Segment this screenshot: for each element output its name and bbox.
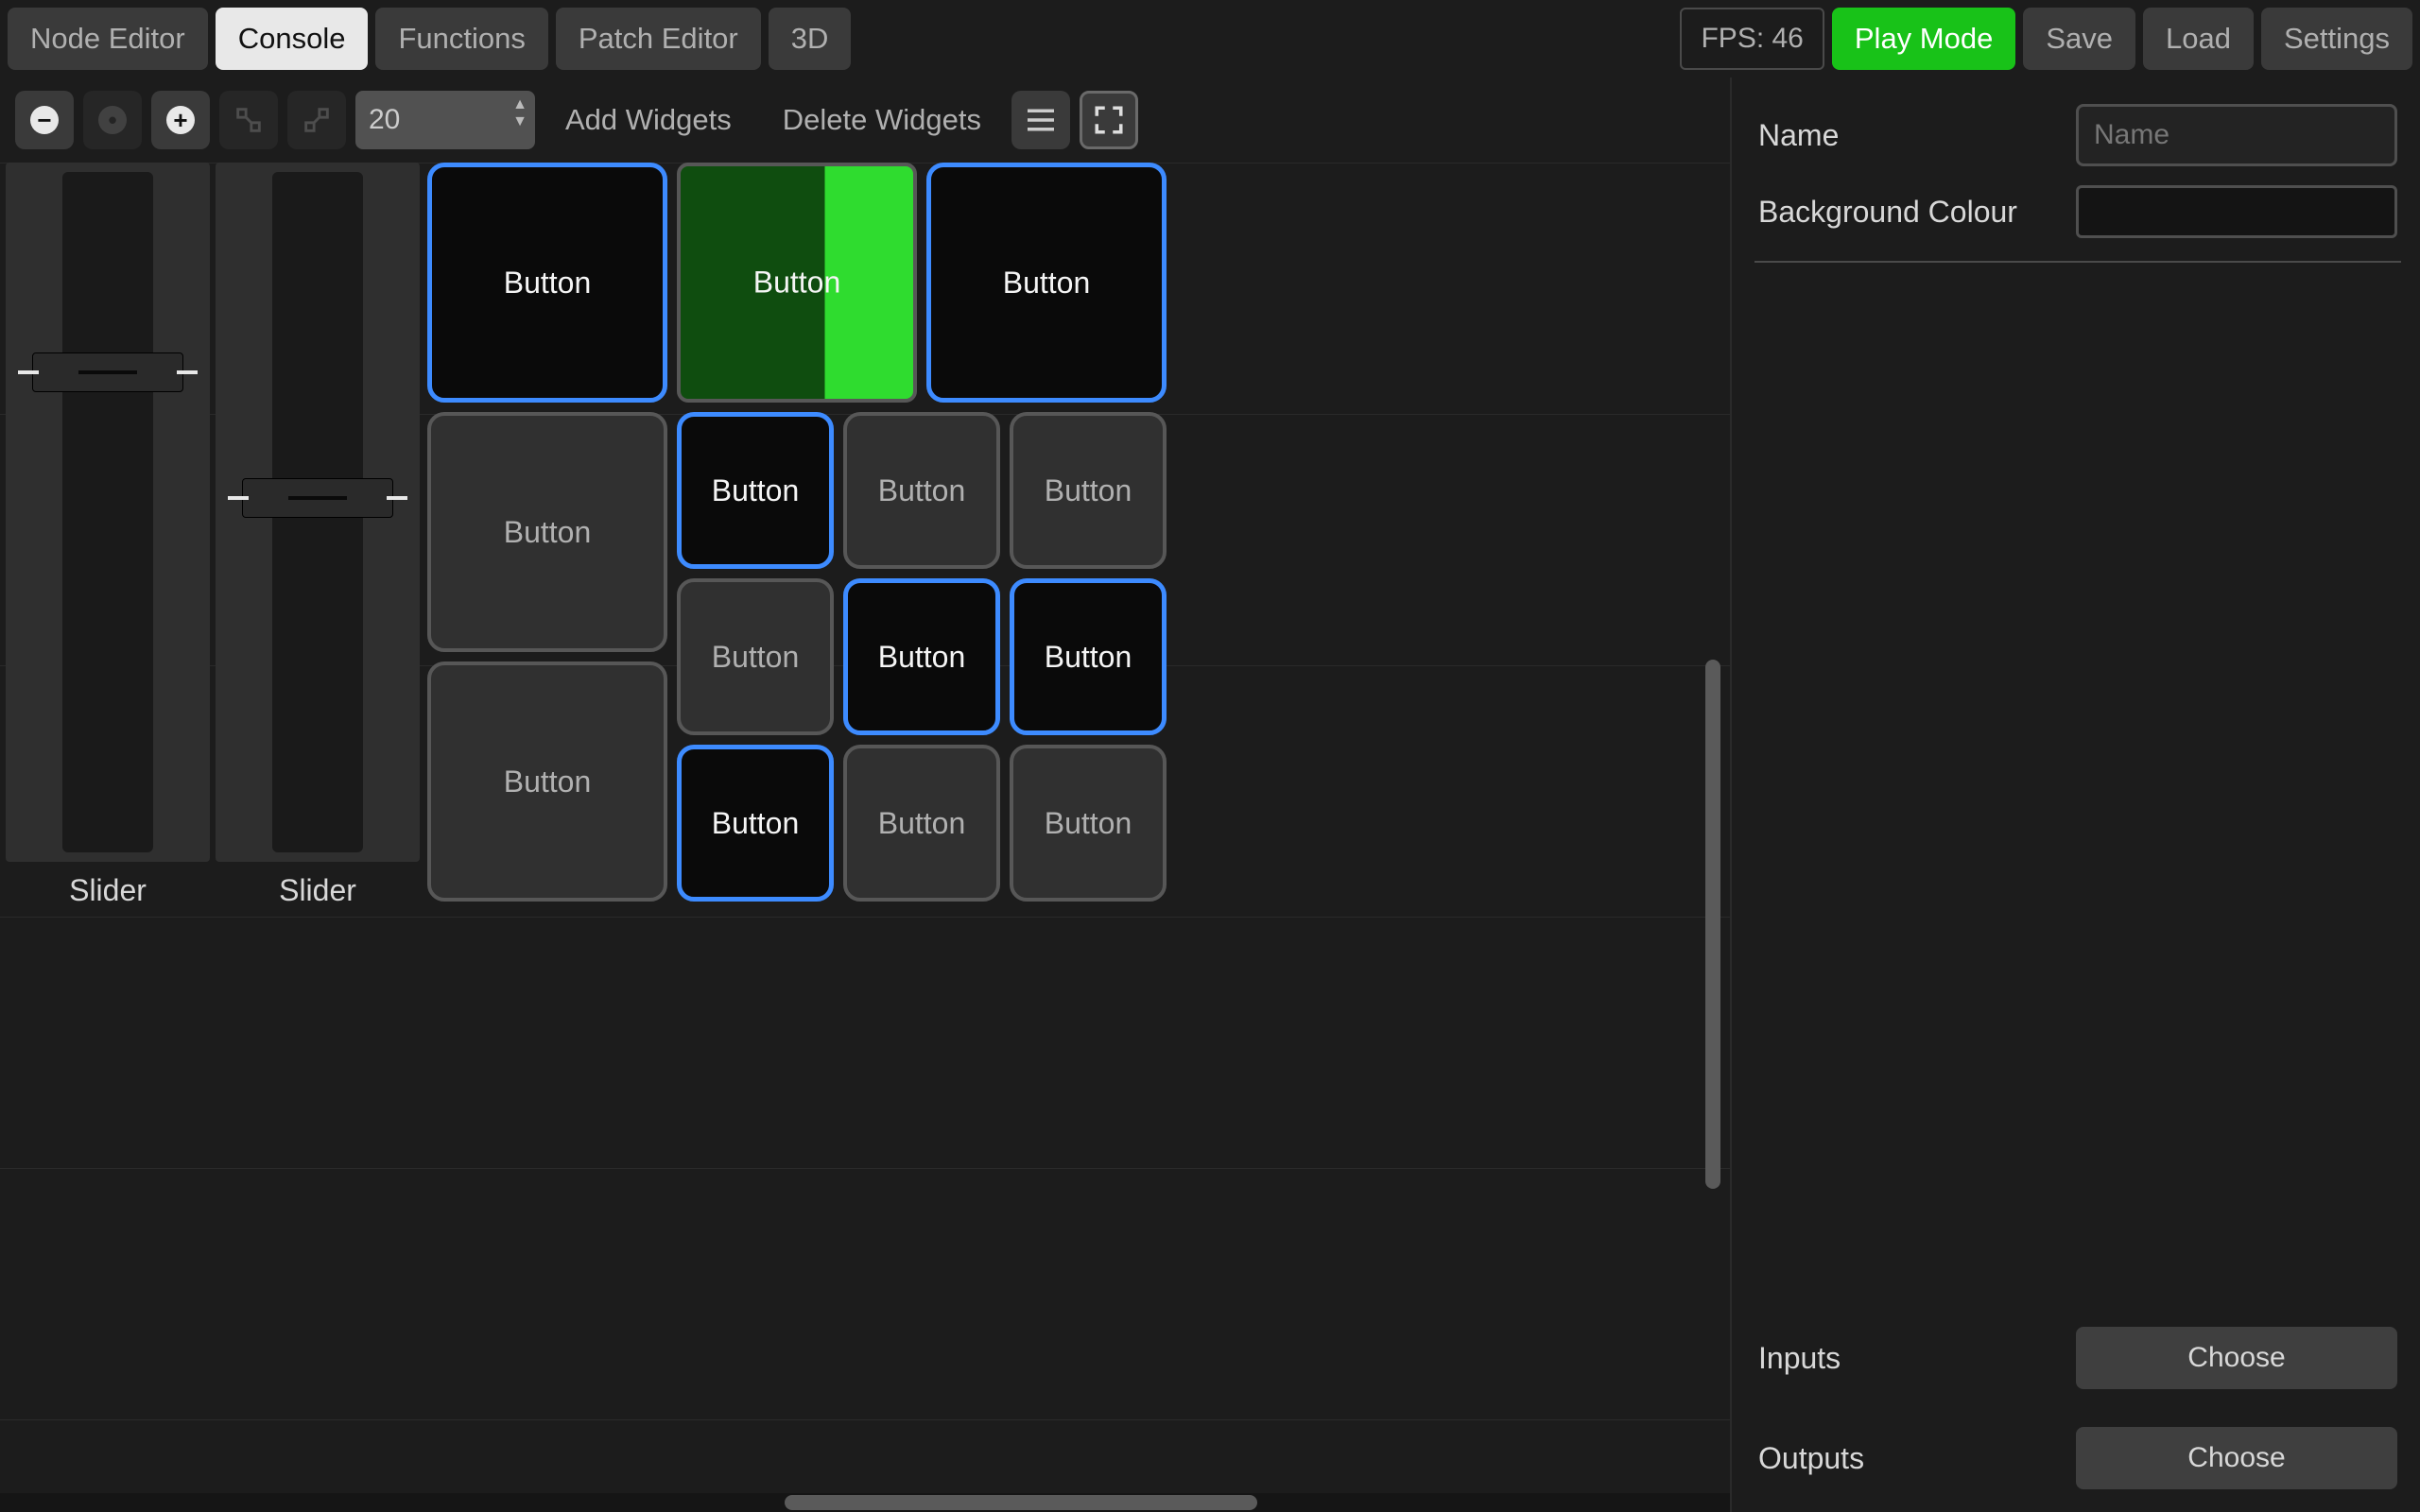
inspector-row-bgcolour: Background Colour	[1758, 185, 2397, 238]
slider-track[interactable]	[216, 163, 420, 862]
inspector-outputs-choose-button[interactable]: Choose	[2076, 1427, 2397, 1489]
play-mode-button[interactable]: Play Mode	[1832, 8, 2015, 70]
grid-button[interactable]: Button	[843, 412, 1000, 569]
zoom-in-icon: +	[166, 106, 195, 134]
grid-button[interactable]: Button	[926, 163, 1167, 403]
tab-node-editor[interactable]: Node Editor	[8, 8, 208, 70]
grid-button[interactable]: Button	[677, 745, 834, 902]
grid-snap-b-button[interactable]	[287, 91, 346, 149]
tab-3d[interactable]: 3D	[769, 8, 852, 70]
load-button[interactable]: Load	[2143, 8, 2254, 70]
fit-view-icon	[1093, 104, 1125, 136]
grid-button[interactable]: Button	[427, 662, 667, 902]
main-area: − • + 20 ▲▼ Add Widgets Delete Widgets	[0, 77, 2420, 1512]
grid-button[interactable]: Button	[843, 745, 1000, 902]
canvas-surface[interactable]: Slider Slider Button Button Button Butto…	[0, 163, 1730, 1512]
grid-button[interactable]: Button	[677, 412, 834, 569]
horizontal-scrollbar-thumb[interactable]	[785, 1495, 1257, 1510]
grid-snap-a-icon	[233, 104, 265, 136]
fit-view-button[interactable]	[1080, 91, 1138, 149]
slider-widget[interactable]: Slider	[6, 163, 210, 908]
settings-button[interactable]: Settings	[2261, 8, 2412, 70]
inspector-separator	[1754, 261, 2401, 263]
inspector-inputs-label: Inputs	[1758, 1341, 1841, 1376]
top-bar: Node Editor Console Functions Patch Edit…	[0, 0, 2420, 77]
grid-button[interactable]: Button	[427, 163, 667, 403]
grid-button[interactable]: Button	[1010, 745, 1167, 902]
inspector-outputs-label: Outputs	[1758, 1441, 1864, 1476]
canvas-column: − • + 20 ▲▼ Add Widgets Delete Widgets	[0, 77, 1730, 1512]
inspector-bgcolour-swatch[interactable]	[2076, 185, 2397, 238]
grid-button[interactable]: Button	[1010, 578, 1167, 735]
tab-functions[interactable]: Functions	[375, 8, 547, 70]
canvas-toolbar: − • + 20 ▲▼ Add Widgets Delete Widgets	[0, 77, 1730, 163]
grid-button[interactable]: Button	[843, 578, 1000, 735]
inspector-inputs-choose-button[interactable]: Choose	[2076, 1327, 2397, 1389]
inspector-panel: Name Name Background Colour Inputs Choos…	[1730, 77, 2420, 1512]
tab-patch-editor[interactable]: Patch Editor	[556, 8, 761, 70]
inspector-row-name: Name Name	[1758, 104, 2397, 166]
vertical-scrollbar-thumb[interactable]	[1705, 660, 1720, 1189]
zoom-out-button[interactable]: −	[15, 91, 74, 149]
inspector-name-label: Name	[1758, 118, 1839, 153]
grid-snap-a-button[interactable]	[219, 91, 278, 149]
slider-widget[interactable]: Slider	[216, 163, 420, 908]
grid-button[interactable]: Button	[427, 412, 667, 652]
inspector-bgcolour-label: Background Colour	[1758, 195, 2017, 230]
tab-console[interactable]: Console	[216, 8, 369, 70]
zoom-out-icon: −	[30, 106, 59, 134]
grid-button[interactable]: Button	[677, 163, 917, 403]
grid-snap-b-icon	[301, 104, 333, 136]
zoom-in-button[interactable]: +	[151, 91, 210, 149]
slider-label: Slider	[279, 873, 356, 908]
slider-label: Slider	[69, 873, 147, 908]
stepper-icons[interactable]: ▲▼	[512, 96, 527, 144]
slider-track[interactable]	[6, 163, 210, 862]
inspector-name-placeholder: Name	[2094, 119, 2169, 151]
grid-button[interactable]: Button	[1010, 412, 1167, 569]
inspector-row-inputs: Inputs Choose	[1758, 1327, 2397, 1389]
inspector-name-input[interactable]: Name	[2076, 104, 2397, 166]
menu-button[interactable]	[1011, 91, 1070, 149]
grid-size-value: 20	[369, 104, 400, 136]
grid-button[interactable]: Button	[677, 578, 834, 735]
grid-size-field[interactable]: 20 ▲▼	[355, 91, 535, 149]
hamburger-icon	[1025, 107, 1057, 133]
slider-thumb[interactable]	[242, 478, 393, 518]
delete-widgets-button[interactable]: Delete Widgets	[762, 91, 1002, 149]
save-button[interactable]: Save	[2023, 8, 2135, 70]
fps-readout: FPS: 46	[1680, 8, 1824, 70]
zoom-reset-icon: •	[98, 106, 127, 134]
inspector-row-outputs: Outputs Choose	[1758, 1427, 2397, 1489]
slider-thumb[interactable]	[32, 352, 183, 392]
zoom-reset-button[interactable]: •	[83, 91, 142, 149]
add-widgets-button[interactable]: Add Widgets	[544, 91, 752, 149]
